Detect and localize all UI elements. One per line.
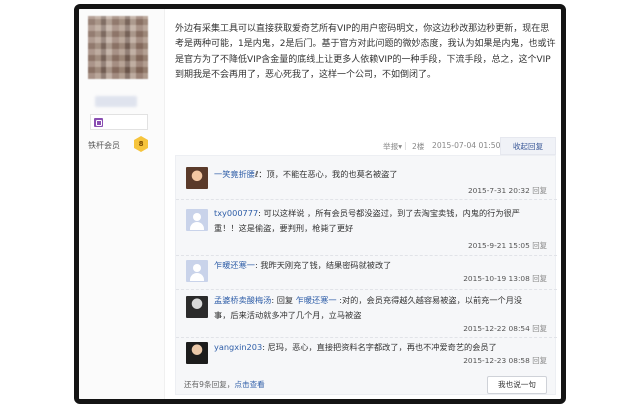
list-item: 一笑竟折腰ℓ：顶，不能在恶心，我的也莫名被盗了 2015-7-31 20:32 … [176, 156, 557, 200]
reply-text: : 尼玛，恶心，直接把资料名字都改了，再也不冲爱奇艺的会员了 [262, 342, 497, 352]
list-item: yangxin203: 尼玛，恶心，直接把资料名字都改了，再也不冲爱奇艺的会员了… [176, 338, 557, 372]
reply-time: 2015-12-23 08:58 [463, 356, 530, 365]
member-badge-icon [94, 118, 103, 127]
list-item: txy000777: 可以这样说 ，所有会员号都没盗过，到了去淘宝卖钱，内鬼的行… [176, 200, 557, 256]
reply-link[interactable]: 回复 [532, 186, 547, 195]
reply-target-username[interactable]: 乍暖还寒一 [296, 295, 337, 305]
reply-link[interactable]: 回复 [532, 274, 547, 283]
reply-username[interactable]: 乍暖还寒一 [214, 260, 255, 270]
reply-link[interactable]: 回复 [532, 356, 547, 365]
reply-link[interactable]: 回复 [532, 241, 547, 250]
reply-text: ℓ：顶，不能在恶心，我的也莫名被盗了 [254, 169, 398, 179]
list-item: 乍暖还寒一: 我昨天刚充了钱，结果密码就被改了 2015-10-19 13:08… [176, 256, 557, 290]
reply-avatar[interactable] [186, 209, 208, 231]
floor-number: 2楼 [412, 142, 425, 151]
reply-time: 2015-12-22 08:54 [463, 324, 530, 333]
post-time: 2015-07-04 01:50 [432, 141, 501, 150]
add-reply-button[interactable]: 我也说一句 [487, 376, 547, 394]
reply-avatar[interactable] [186, 342, 208, 364]
author-avatar[interactable] [88, 16, 148, 79]
reply-username[interactable]: 一笑竟折腰 [214, 169, 255, 179]
reply-time: 2015-9-21 15:05 [467, 241, 530, 250]
reply-username[interactable]: txy000777 [214, 208, 258, 218]
meta-separator: | [404, 141, 407, 150]
reply-username[interactable]: yangxin203 [214, 342, 262, 352]
reply-text: : 我昨天刚充了钱，结果密码就被改了 [254, 260, 392, 270]
reply-text-prefix: : 回复 [271, 295, 296, 305]
reply-avatar[interactable] [186, 167, 208, 189]
author-username-blurred[interactable] [95, 96, 137, 107]
reply-username[interactable]: 孟婆桥卖酸梅汤 [214, 295, 271, 305]
reply-text: : 可以这样说 ，所有会员号都没盗过，到了去淘宝卖钱，内鬼的行为很严重！！这是偷… [214, 208, 520, 233]
member-badge[interactable] [90, 114, 148, 130]
more-replies-link[interactable]: 点击查看 [234, 380, 264, 389]
reply-time: 2015-7-31 20:32 [467, 186, 530, 195]
author-column: 铁杆会员 8 [79, 9, 165, 399]
more-replies-text: 还有9条回复， [184, 380, 235, 389]
post-content: 外边有采集工具可以直接获取爱奇艺所有VIP的用户密码明文，你这边秒改那边秒更新，… [175, 24, 556, 81]
more-replies: 还有9条回复，点击查看 [184, 379, 265, 390]
post-meta: 举报▾ | 2楼 2015-07-04 01:50 收起回复 [79, 137, 561, 155]
post-frame: 铁杆会员 8 外边有采集工具可以直接获取爱奇艺所有VIP的用户密码明文，你这边秒… [74, 4, 566, 404]
list-item: 孟婆桥卖酸梅汤: 回复 乍暖还寒一 :对的，会员充得越久越容易被盗，以前充一个月… [176, 290, 557, 338]
reply-list: 一笑竟折腰ℓ：顶，不能在恶心，我的也莫名被盗了 2015-7-31 20:32 … [175, 155, 557, 395]
report-link[interactable]: 举报▾ [383, 141, 402, 152]
reply-avatar[interactable] [186, 260, 208, 282]
reply-avatar[interactable] [186, 296, 208, 318]
reply-link[interactable]: 回复 [532, 324, 547, 333]
collapse-replies-button[interactable]: 收起回复 [500, 137, 556, 155]
reply-time: 2015-10-19 13:08 [463, 274, 530, 283]
